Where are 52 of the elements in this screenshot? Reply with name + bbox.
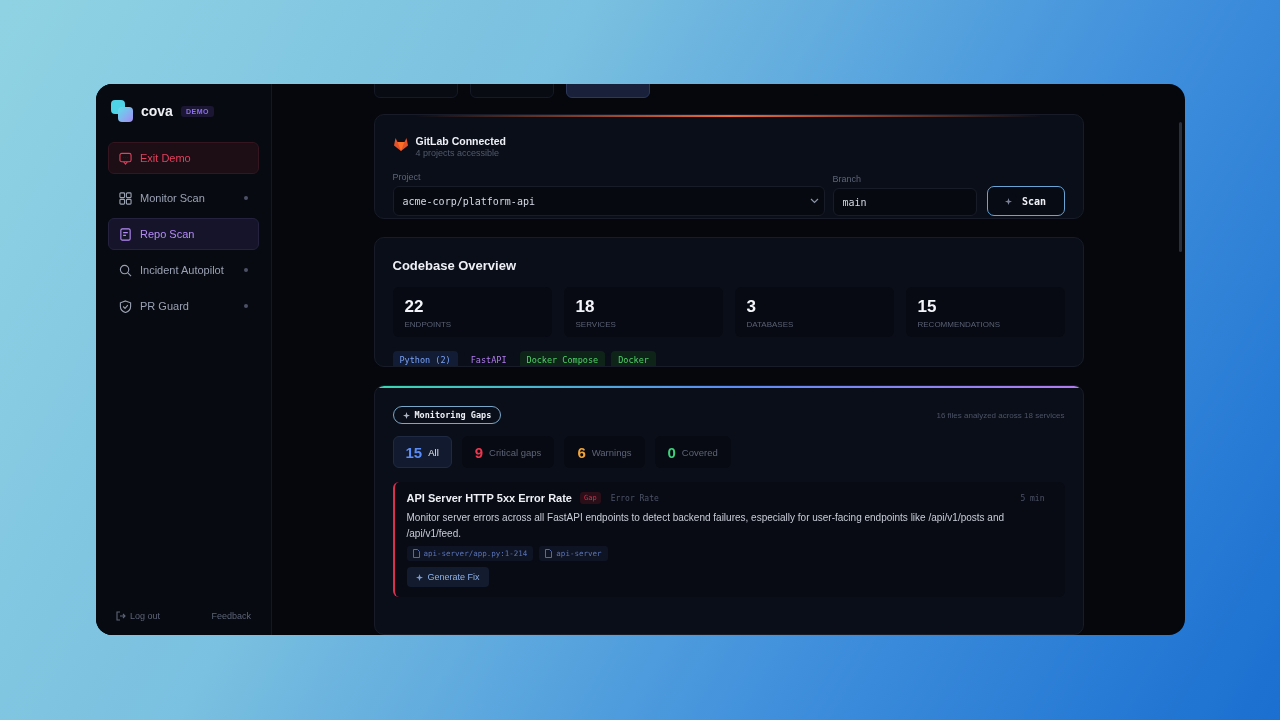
file-icon [545,549,553,558]
tech-tag: Python (2) [392,351,458,366]
nav-item[interactable]: Repo Scan [108,218,259,250]
shield-icon [119,299,132,313]
search-icon [119,263,132,277]
field-label: Project [392,172,422,182]
chat-icon [119,151,132,165]
exit-demo-button[interactable]: Exit Demo [108,142,259,174]
gap-description: Monitor server errors across all FastAPI endpoints to detect backend failures, especially for user-facing endpoints like /api/v1/posts and /api/v1/feed. [406,511,1006,541]
branch-field[interactable]: main [832,188,977,216]
document-icon [119,227,132,241]
gap-title: API Server HTTP 5xx Error Rate [406,492,572,504]
filter-tab[interactable]: 0 Covered [654,436,731,468]
category-label: Error Rate [610,493,659,503]
tech-tag: Docker [611,351,656,366]
connection-title: GitLab Connected [415,135,506,147]
filter-tab[interactable]: 9 Critical gaps [461,436,555,468]
connection-subtitle: 4 projects accessible [415,148,501,158]
tech-tag: Docker Compose [519,351,606,366]
nav-item[interactable]: PR Guard [108,290,259,322]
nav-item[interactable]: Incident Autopilot [108,254,259,286]
file-icon [412,549,420,558]
stat-value: 3 [746,297,757,318]
stat-value: 15 [917,297,938,318]
feedback-link[interactable]: Feedback [211,611,251,621]
stat-label: DATABASES [746,320,795,330]
analysis-summary: 16 files analyzed across 18 services [936,410,1065,420]
field-label: Branch [832,174,863,184]
sparkle-icon [415,573,423,581]
chevron-icon [809,198,819,204]
nav-item[interactable]: Monitor Scan [108,182,259,214]
logout-link[interactable]: Log out [116,611,161,621]
stat-label: SERVICES [575,320,617,330]
stat-value: 22 [404,297,425,318]
sparkle-icon [402,411,410,419]
scan-button[interactable]: Scan [986,186,1065,216]
stat-label: ENDPOINTS [404,320,453,330]
grid-icon [119,191,132,205]
logo-icon [111,100,133,122]
filter-tab[interactable]: 15 All [392,436,452,468]
generate-fix-button[interactable]: Generate Fix [406,567,489,587]
stat-label: RECOMMENDATIONS [917,320,1002,330]
project-select[interactable]: acme-corp/platform-api [392,186,825,216]
sparkle-icon [1004,197,1012,205]
filter-tab[interactable]: 6 Warnings [564,436,645,468]
scrollbar[interactable] [1179,122,1182,252]
logout-icon [116,611,126,621]
fox-icon [392,136,409,151]
card-title: Codebase Overview [392,258,518,274]
stat-value: 18 [575,297,596,318]
brand-name: cova [141,103,173,119]
time-estimate: 5 min [1020,493,1045,503]
